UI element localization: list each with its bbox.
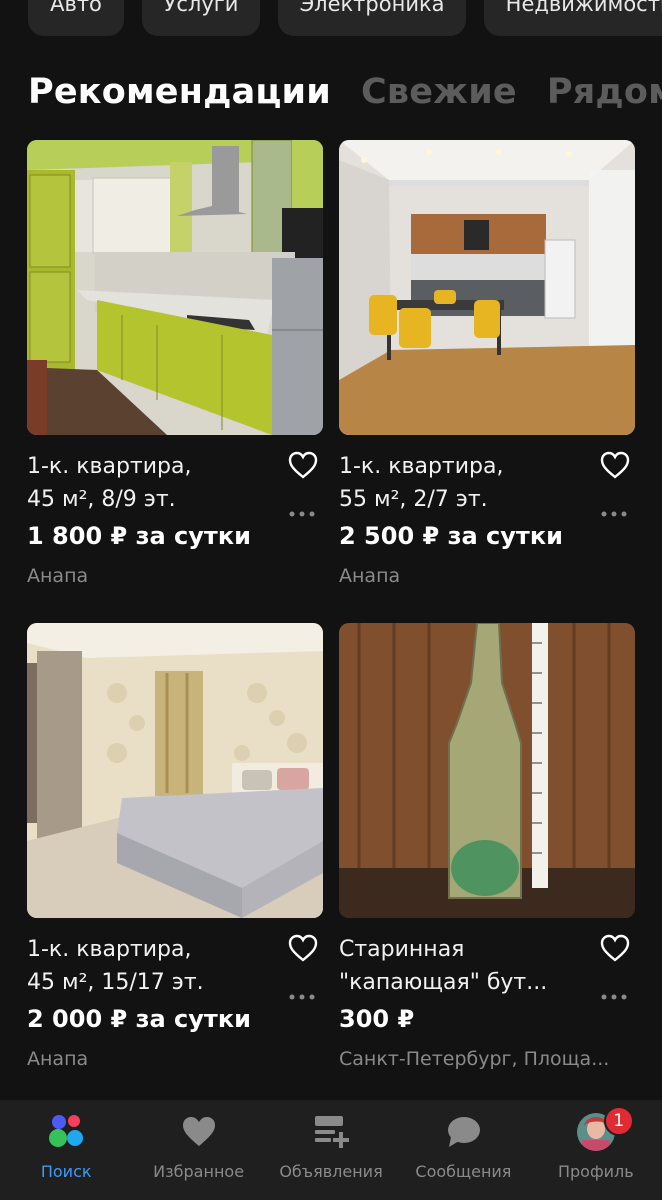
listing-photo[interactable] <box>339 140 635 435</box>
listing-card[interactable]: 1-к. квартира, 45 м², 8/9 эт. 1 800 ₽ за… <box>27 140 323 587</box>
feed-tabs: Рекомендации Свежие Рядом с <box>28 70 662 114</box>
heart-icon[interactable] <box>599 450 631 480</box>
more-options-icon[interactable] <box>289 510 315 518</box>
nav-label: Профиль <box>557 1162 634 1181</box>
category-chips: Авто Услуги Электроника Недвижимость <box>28 0 662 36</box>
heart-icon[interactable] <box>287 933 319 963</box>
heart-icon <box>182 1117 215 1146</box>
listings-add-icon <box>315 1116 350 1148</box>
listing-title[interactable]: 1-к. квартира, 45 м², 8/9 эт. <box>27 450 277 516</box>
heart-icon[interactable] <box>599 933 631 963</box>
nav-label: Поиск <box>40 1162 92 1181</box>
listing-price: 2 500 ₽ за сутки <box>339 522 563 550</box>
more-options-icon[interactable] <box>289 993 315 1001</box>
listing-card[interactable]: 1-к. квартира, 45 м², 15/17 эт. 2 000 ₽ … <box>27 623 323 1070</box>
more-options-icon[interactable] <box>601 993 627 1001</box>
nav-messages[interactable]: Сообщения <box>397 1100 529 1200</box>
listing-city: Санкт-Петербург, Площа... <box>339 1048 610 1070</box>
listing-card[interactable]: 1-к. квартира, 55 м², 2/7 эт. 2 500 ₽ за… <box>339 140 635 587</box>
listing-city: Анапа <box>27 565 89 587</box>
chip-electronics[interactable]: Электроника <box>278 0 466 36</box>
nav-favorites[interactable]: Избранное <box>132 1100 264 1200</box>
tab-nearby[interactable]: Рядом с <box>547 70 662 114</box>
search-dots-icon <box>49 1115 84 1147</box>
listing-title-line: 1-к. квартира, <box>27 937 192 962</box>
chip-services[interactable]: Услуги <box>142 0 260 36</box>
nav-profile[interactable]: 1 Профиль <box>530 1100 662 1200</box>
chip-auto[interactable]: Авто <box>28 0 124 36</box>
tab-recommendations[interactable]: Рекомендации <box>28 70 331 114</box>
nav-label: Сообщения <box>415 1162 512 1181</box>
listing-photo[interactable] <box>27 623 323 918</box>
listing-price: 2 000 ₽ за сутки <box>27 1005 251 1033</box>
listing-city: Анапа <box>339 565 401 587</box>
listing-title-line: 55 м², 2/7 эт. <box>339 487 488 512</box>
listing-title-line: 45 м², 15/17 эт. <box>27 970 204 995</box>
bottom-nav: Поиск Избранное Объявления Сообщения 1 П… <box>0 1100 662 1200</box>
listing-card[interactable]: Старинная "капающая" бут... 300 ₽ Санкт-… <box>339 623 635 1070</box>
listing-title[interactable]: Старинная "капающая" бут... <box>339 933 589 999</box>
tab-fresh[interactable]: Свежие <box>361 70 517 114</box>
listing-title[interactable]: 1-к. квартира, 45 м², 15/17 эт. <box>27 933 277 999</box>
listing-photo[interactable] <box>27 140 323 435</box>
listing-price: 300 ₽ <box>339 1005 415 1033</box>
nav-search[interactable]: Поиск <box>0 1100 132 1200</box>
listing-title-line: 45 м², 8/9 эт. <box>27 487 176 512</box>
nav-label: Избранное <box>153 1162 245 1181</box>
listing-title-line: Старинная <box>339 937 465 962</box>
nav-listings[interactable]: Объявления <box>265 1100 397 1200</box>
nav-label: Объявления <box>279 1162 383 1181</box>
listing-price: 1 800 ₽ за сутки <box>27 522 251 550</box>
chat-bubble-icon <box>448 1117 481 1147</box>
more-options-icon[interactable] <box>601 510 627 518</box>
chip-real-estate[interactable]: Недвижимость <box>484 0 662 36</box>
listing-city: Анапа <box>27 1048 89 1070</box>
listing-photo[interactable] <box>339 623 635 918</box>
heart-icon[interactable] <box>287 450 319 480</box>
listing-title-line: 1-к. квартира, <box>27 454 192 479</box>
notification-badge: 1 <box>603 1106 634 1136</box>
listing-title-line: "капающая" бут... <box>339 970 548 995</box>
listing-title-line: 1-к. квартира, <box>339 454 504 479</box>
listing-title[interactable]: 1-к. квартира, 55 м², 2/7 эт. <box>339 450 589 516</box>
avatar: 1 <box>576 1106 634 1152</box>
